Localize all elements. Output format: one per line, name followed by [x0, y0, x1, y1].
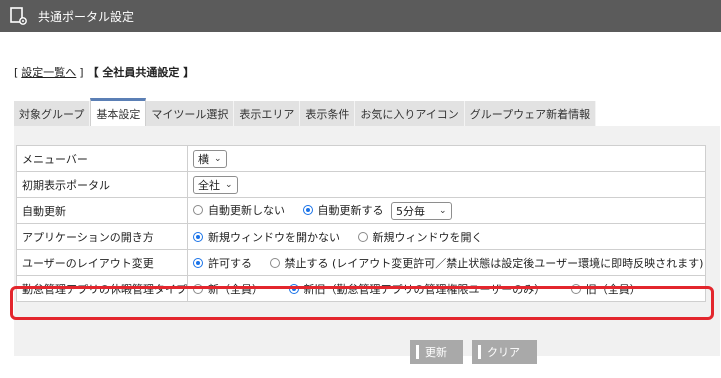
setting-label: アプリケーションの開き方	[16, 223, 188, 250]
breadcrumb-current: 【 全社員共通設定 】	[87, 66, 195, 79]
leave-type-mixed-option[interactable]: 新旧（勤怠管理アプリの管理権限ユーザーのみ）	[288, 281, 545, 297]
setting-row-auto-update: 自動更新 自動更新しない 自動更新する 5分毎 ⌄	[16, 197, 706, 224]
tab-basic-settings[interactable]: 基本設定	[90, 98, 147, 126]
setting-row-leave-type: 勤怠管理アプリの休暇管理タイプ 新（全員） 新旧（勤怠管理アプリの管理権限ユーザ…	[16, 275, 706, 302]
title-bar: 共通ポータル設定	[0, 0, 721, 32]
tab-mytool-select[interactable]: マイツール選択	[146, 101, 235, 126]
leave-type-old-option[interactable]: 旧（全員）	[570, 281, 641, 297]
leave-type-new-option[interactable]: 新（全員）	[193, 281, 263, 297]
layout-allow-option[interactable]: 許可する	[193, 255, 252, 271]
setting-row-initial-portal: 初期表示ポータル 全社 ⌄	[16, 171, 706, 198]
layout-deny-option[interactable]: 禁止する (レイアウト変更許可／禁止状態は設定後ユーザー環境に即時反映されます)	[269, 255, 703, 271]
update-interval-select[interactable]: 5分毎 ⌄	[391, 201, 452, 220]
setting-label: メニューバー	[16, 145, 188, 172]
tab-groupware-news[interactable]: グループウェア新着情報	[464, 101, 597, 126]
radio-auto-update-on[interactable]	[302, 204, 313, 215]
radio-app-open-same[interactable]	[193, 231, 203, 242]
setting-row-app-open: アプリケーションの開き方 新規ウィンドウを開かない 新規ウィンドウを開く	[16, 223, 706, 250]
radio-leave-old-all[interactable]	[570, 283, 581, 294]
app-open-same-option[interactable]: 新規ウィンドウを開かない	[193, 229, 340, 245]
tab-favorite-icons[interactable]: お気に入りアイコン	[355, 101, 465, 126]
auto-update-on-option[interactable]: 自動更新する	[302, 202, 384, 218]
chevron-down-icon: ⌄	[214, 153, 222, 164]
button-bar-icon	[478, 345, 481, 359]
radio-auto-update-off[interactable]	[193, 204, 203, 215]
clear-button[interactable]: クリア	[472, 340, 537, 364]
settings-list-link[interactable]: 設定一覧へ	[21, 64, 76, 80]
tab-bar: 対象グループ 基本設定 マイツール選択 表示エリア 表示条件 お気に入りアイコン…	[14, 98, 597, 126]
tab-display-area[interactable]: 表示エリア	[234, 101, 301, 126]
setting-label: 初期表示ポータル	[16, 171, 188, 198]
portal-settings-icon	[10, 7, 27, 25]
auto-update-off-option[interactable]: 自動更新しない	[193, 202, 285, 218]
chevron-down-icon: ⌄	[225, 179, 233, 190]
breadcrumb: [ 設定一覧へ ] 【 全社員共通設定 】	[14, 64, 194, 80]
tab-target-group[interactable]: 対象グループ	[14, 101, 91, 126]
app-title: 共通ポータル設定	[38, 9, 135, 24]
chevron-down-icon: ⌄	[439, 205, 447, 216]
breadcrumb-open: [	[14, 65, 19, 79]
setting-label: 自動更新	[16, 197, 188, 224]
setting-row-menubar: メニューバー 横 ⌄	[16, 145, 706, 172]
tab-display-conditions[interactable]: 表示条件	[300, 101, 356, 126]
radio-layout-allow[interactable]	[193, 257, 203, 268]
radio-leave-mixed[interactable]	[288, 283, 299, 294]
setting-label: 勤怠管理アプリの休暇管理タイプ	[16, 275, 188, 302]
settings-table: メニューバー 横 ⌄ 初期表示ポータル 全社 ⌄ 自動更新 自動更新しない 自動	[16, 145, 706, 302]
setting-row-layout-change: ユーザーのレイアウト変更 許可する 禁止する (レイアウト変更許可／禁止状態は設…	[16, 249, 706, 276]
app-open-new-option[interactable]: 新規ウィンドウを開く	[357, 229, 483, 245]
setting-label: ユーザーのレイアウト変更	[16, 249, 188, 276]
radio-layout-deny[interactable]	[269, 257, 280, 268]
breadcrumb-close: ]	[79, 65, 84, 79]
button-bar-icon	[416, 345, 419, 359]
update-button[interactable]: 更新	[410, 340, 463, 364]
radio-app-open-new[interactable]	[357, 231, 368, 242]
menubar-select[interactable]: 横 ⌄	[193, 149, 227, 168]
radio-leave-new-all[interactable]	[193, 283, 203, 294]
initial-portal-select[interactable]: 全社 ⌄	[193, 175, 238, 194]
